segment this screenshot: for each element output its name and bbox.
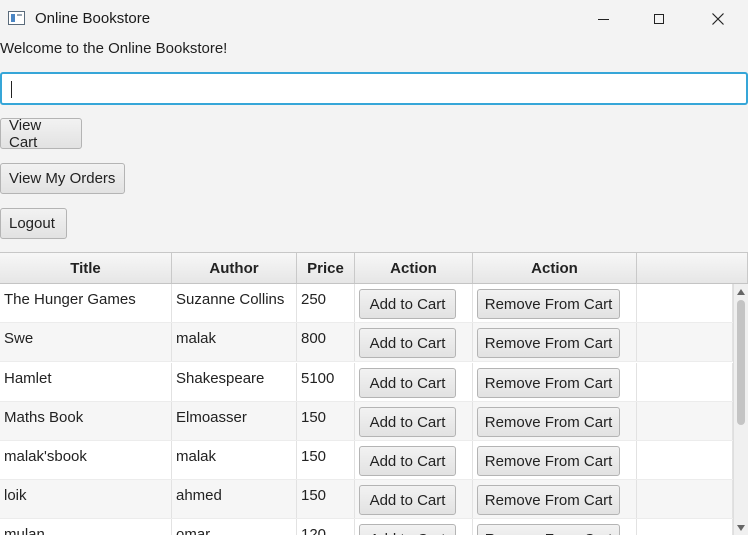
cell-action-add: Add to Cart — [355, 284, 473, 322]
remove-from-cart-button[interactable]: Remove From Cart — [477, 368, 620, 398]
cell-title: mulan — [0, 519, 172, 535]
add-to-cart-button[interactable]: Add to Cart — [359, 289, 456, 319]
cell-title: loik — [0, 480, 172, 518]
cell-author: malak — [172, 441, 297, 479]
table-row[interactable]: malak'sbook malak 150 Add to Cart Remove… — [0, 441, 733, 480]
cell-filler — [637, 402, 733, 440]
logout-button[interactable]: Logout — [0, 208, 67, 239]
welcome-label: Welcome to the Online Bookstore! — [0, 40, 228, 57]
cell-action-remove: Remove From Cart — [473, 284, 637, 322]
cell-author: ahmed — [172, 480, 297, 518]
books-table: Title Author Price Action Action The Hun… — [0, 252, 748, 535]
remove-from-cart-button[interactable]: Remove From Cart — [477, 485, 620, 515]
cell-action-add: Add to Cart — [355, 323, 473, 361]
cell-author: Elmoasser — [172, 402, 297, 440]
maximize-icon — [654, 14, 664, 24]
cell-filler — [637, 441, 733, 479]
cell-action-add: Add to Cart — [355, 402, 473, 440]
cell-title: Swe — [0, 323, 172, 361]
add-to-cart-button[interactable]: Add to Cart — [359, 407, 456, 437]
cell-filler — [637, 284, 733, 322]
cell-action-add: Add to Cart — [355, 480, 473, 518]
remove-from-cart-button[interactable]: Remove From Cart — [477, 289, 620, 319]
cell-filler — [637, 480, 733, 518]
add-to-cart-button[interactable]: Add to Cart — [359, 524, 456, 535]
search-input[interactable] — [0, 72, 748, 105]
table-header: Title Author Price Action Action — [0, 253, 748, 284]
remove-from-cart-button[interactable]: Remove From Cart — [477, 524, 620, 535]
cell-action-remove: Remove From Cart — [473, 402, 637, 440]
cell-author: malak — [172, 323, 297, 361]
close-button[interactable] — [695, 0, 741, 38]
scrollbar-thumb[interactable] — [737, 300, 745, 425]
remove-from-cart-button[interactable]: Remove From Cart — [477, 328, 620, 358]
cell-action-remove: Remove From Cart — [473, 519, 637, 535]
app-icon — [8, 11, 25, 25]
cell-price: 250 — [297, 284, 355, 322]
cell-filler — [637, 363, 733, 401]
add-to-cart-button[interactable]: Add to Cart — [359, 446, 456, 476]
title-bar: Online Bookstore — [0, 0, 748, 38]
maximize-button[interactable] — [636, 0, 682, 38]
table-row[interactable]: loik ahmed 150 Add to Cart Remove From C… — [0, 480, 733, 519]
cell-title: Maths Book — [0, 402, 172, 440]
cell-title: Hamlet — [0, 363, 172, 401]
window-title: Online Bookstore — [35, 10, 151, 27]
close-icon — [712, 13, 724, 25]
cell-title: The Hunger Games — [0, 284, 172, 322]
table-row[interactable]: Swe malak 800 Add to Cart Remove From Ca… — [0, 323, 733, 362]
remove-from-cart-button[interactable]: Remove From Cart — [477, 446, 620, 476]
column-header-author[interactable]: Author — [172, 253, 297, 283]
cell-price: 800 — [297, 323, 355, 361]
cell-action-add: Add to Cart — [355, 441, 473, 479]
cell-filler — [637, 519, 733, 535]
column-header-action-remove[interactable]: Action — [473, 253, 637, 283]
vertical-scrollbar[interactable] — [733, 284, 748, 535]
cell-author: Suzanne Collins — [172, 284, 297, 322]
text-caret — [11, 81, 12, 98]
add-to-cart-button[interactable]: Add to Cart — [359, 328, 456, 358]
scroll-up-arrow-icon[interactable] — [737, 289, 745, 295]
cell-action-add: Add to Cart — [355, 363, 473, 401]
remove-from-cart-button[interactable]: Remove From Cart — [477, 407, 620, 437]
cell-action-remove: Remove From Cart — [473, 441, 637, 479]
cell-action-add: Add to Cart — [355, 519, 473, 535]
add-to-cart-button[interactable]: Add to Cart — [359, 368, 456, 398]
cell-author: Shakespeare — [172, 363, 297, 401]
column-header-price[interactable]: Price — [297, 253, 355, 283]
cell-price: 5100 — [297, 363, 355, 401]
cell-title: malak'sbook — [0, 441, 172, 479]
cell-filler — [637, 323, 733, 361]
cell-price: 150 — [297, 402, 355, 440]
cell-price: 150 — [297, 441, 355, 479]
add-to-cart-button[interactable]: Add to Cart — [359, 485, 456, 515]
cell-action-remove: Remove From Cart — [473, 323, 637, 361]
column-header-title[interactable]: Title — [0, 253, 172, 283]
cell-price: 120 — [297, 519, 355, 535]
cell-action-remove: Remove From Cart — [473, 363, 637, 401]
table-row[interactable]: mulan omar 120 Add to Cart Remove From C… — [0, 519, 733, 535]
table-row[interactable]: The Hunger Games Suzanne Collins 250 Add… — [0, 284, 733, 323]
view-cart-button[interactable]: View Cart — [0, 117, 82, 151]
table-row[interactable]: Hamlet Shakespeare 5100 Add to Cart Remo… — [0, 363, 733, 402]
cell-price: 150 — [297, 480, 355, 518]
cell-author: omar — [172, 519, 297, 535]
view-orders-button[interactable]: View My Orders — [0, 163, 125, 194]
column-header-action-add[interactable]: Action — [355, 253, 473, 283]
column-header-filler — [637, 253, 748, 283]
cell-action-remove: Remove From Cart — [473, 480, 637, 518]
minimize-icon — [597, 18, 609, 20]
minimize-button[interactable] — [580, 0, 626, 38]
scroll-down-arrow-icon[interactable] — [737, 525, 745, 531]
table-row[interactable]: Maths Book Elmoasser 150 Add to Cart Rem… — [0, 402, 733, 441]
